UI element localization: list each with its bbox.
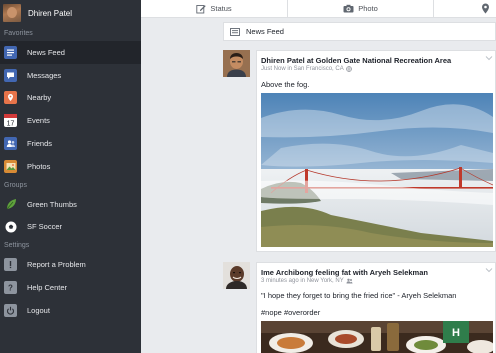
sidebar-item-label: Messages: [27, 70, 62, 80]
sidebar-item-green-thumbs[interactable]: Green Thumbs: [0, 193, 141, 216]
photo-button[interactable]: Photo: [288, 0, 434, 17]
location-pin-icon: [482, 3, 489, 14]
composer-bar: Status Photo: [141, 0, 496, 18]
status-button[interactable]: Status: [141, 0, 288, 17]
photo-label: Photo: [358, 4, 378, 13]
post-card: Dhiren Patel at Golden Gate National Rec…: [256, 50, 496, 252]
post-meta: 3 minutes ago in New York, NY: [261, 278, 353, 284]
messages-icon: [4, 68, 17, 82]
post-photo[interactable]: H: [261, 321, 493, 353]
status-label: Status: [210, 4, 232, 13]
photos-icon: [4, 159, 17, 173]
sidebar-item-label: Events: [27, 116, 50, 126]
sidebar-item-report-a-problem[interactable]: Report a Problem: [0, 253, 141, 276]
post-photo[interactable]: [261, 93, 493, 247]
sidebar-item-help-center[interactable]: ? Help Center: [0, 276, 141, 299]
sidebar-item-label: Nearby: [27, 93, 52, 103]
sidebar: Dhiren Patel Favorites News Feed Message…: [0, 0, 141, 353]
check-in-button[interactable]: [434, 0, 496, 17]
power-icon: [4, 303, 17, 317]
section-label-favorites: Favorites: [4, 30, 33, 37]
chevron-down-icon[interactable]: [485, 267, 493, 273]
post-text: Above the fog.: [261, 80, 310, 89]
avatar: [3, 4, 21, 22]
sidebar-item-logout[interactable]: Logout: [0, 299, 141, 322]
svg-text:H: H: [452, 327, 460, 339]
sidebar-item-label: Photos: [27, 161, 51, 171]
friends-icon: [346, 278, 353, 284]
avatar[interactable]: [223, 262, 250, 289]
soccer-ball-icon: [4, 220, 17, 233]
sidebar-item-nearby[interactable]: Nearby: [0, 87, 141, 110]
post-timestamp: Just Now in San Francisco, CA: [261, 66, 344, 72]
edit-icon: [196, 4, 207, 13]
post-timestamp: 3 minutes ago in New York, NY: [261, 278, 344, 284]
sidebar-item-events[interactable]: 17 Events: [0, 109, 141, 132]
post-hashtags[interactable]: #nope #overorder: [261, 308, 320, 317]
camera-icon: [343, 4, 354, 13]
report-icon: [4, 258, 17, 272]
sidebar-item-label: Logout: [27, 305, 50, 315]
help-icon: ?: [4, 281, 17, 295]
svg-text:?: ?: [8, 284, 13, 293]
sidebar-item-label: Help Center: [27, 283, 68, 293]
profile-header[interactable]: Dhiren Patel: [0, 0, 141, 26]
sidebar-item-label: News Feed: [27, 47, 65, 57]
leaf-icon: [4, 198, 17, 211]
sidebar-item-news-feed[interactable]: News Feed: [0, 41, 141, 64]
post-author[interactable]: Ime Archibong feeling fat with Aryeh Sel…: [261, 268, 428, 277]
feed-title: News Feed: [246, 27, 284, 36]
sidebar-item-label: Green Thumbs: [27, 199, 77, 209]
section-label-settings: Settings: [4, 242, 30, 250]
post-text: "I hope they forget to bring the fried r…: [261, 291, 457, 300]
sidebar-item-label: Report a Problem: [27, 260, 86, 270]
sidebar-item-label: SF Soccer: [27, 222, 63, 232]
news-feed-icon: [230, 27, 240, 36]
post-author[interactable]: Dhiren Patel at Golden Gate National Rec…: [261, 56, 451, 65]
post-meta: Just Now in San Francisco, CA: [261, 66, 352, 72]
events-icon: 17: [4, 114, 17, 128]
avatar[interactable]: [223, 50, 250, 77]
friends-icon: [4, 137, 17, 151]
sidebar-item-label: Friends: [27, 139, 53, 149]
globe-icon: [345, 66, 352, 72]
sidebar-item-sf-soccer[interactable]: SF Soccer: [0, 216, 141, 239]
svg-text:17: 17: [7, 121, 15, 128]
section-label-groups: Groups: [4, 181, 27, 189]
sidebar-item-photos[interactable]: Photos: [0, 155, 141, 178]
sidebar-item-friends[interactable]: Friends: [0, 132, 141, 155]
feed-header: News Feed: [223, 22, 496, 41]
chevron-down-icon[interactable]: [485, 55, 493, 61]
post-card: Ime Archibong feeling fat with Aryeh Sel…: [256, 262, 496, 353]
nearby-icon: [4, 91, 17, 105]
news-feed-icon: [4, 45, 17, 59]
profile-name: Dhiren Patel: [28, 8, 73, 18]
sidebar-item-messages[interactable]: Messages: [0, 64, 141, 87]
